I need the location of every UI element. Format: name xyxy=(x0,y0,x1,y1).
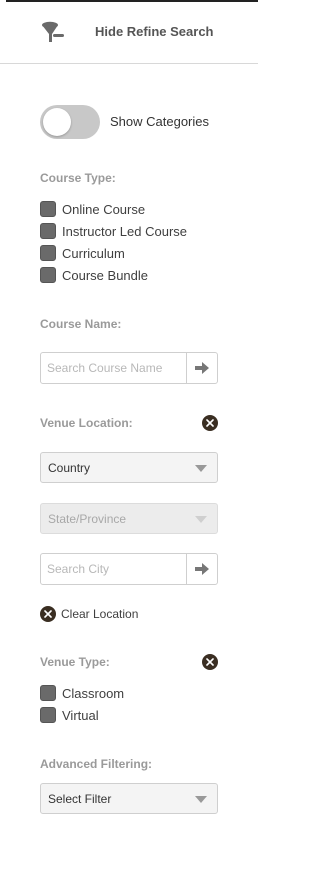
close-icon xyxy=(40,606,56,622)
advanced-filtering-title: Advanced Filtering: xyxy=(40,757,153,771)
checkbox[interactable] xyxy=(40,707,56,723)
checkbox[interactable] xyxy=(40,245,56,261)
checkbox[interactable] xyxy=(40,267,56,283)
checkbox-label: Instructor Led Course xyxy=(62,223,188,239)
arrow-right-icon xyxy=(195,362,209,374)
country-select-value: Country xyxy=(48,461,91,475)
checkbox[interactable] xyxy=(40,201,56,217)
chevron-down-icon xyxy=(195,796,207,803)
checkbox-label: Online Course xyxy=(62,201,146,217)
hide-refine-search-link[interactable]: Hide Refine Search xyxy=(95,24,214,39)
venue-type-title: Venue Type: xyxy=(40,655,110,669)
course-type-title: Course Type: xyxy=(40,171,116,185)
checkbox-virtual[interactable]: Virtual xyxy=(40,706,99,724)
checkbox[interactable] xyxy=(40,223,56,239)
advanced-filter-select[interactable]: Select Filter xyxy=(40,783,218,814)
checkbox-label: Virtual xyxy=(62,707,99,723)
refine-search-header: Hide Refine Search xyxy=(0,2,258,64)
checkbox-label: Curriculum xyxy=(62,245,125,261)
course-name-search-button[interactable] xyxy=(186,353,217,383)
show-categories-toggle[interactable] xyxy=(40,105,100,139)
checkbox-course-bundle[interactable]: Course Bundle xyxy=(40,266,148,284)
city-search xyxy=(40,553,218,585)
chevron-down-icon xyxy=(195,465,207,472)
clear-location-label: Clear Location xyxy=(61,607,139,621)
course-name-search xyxy=(40,352,218,384)
checkbox-instructor-led-course[interactable]: Instructor Led Course xyxy=(40,222,187,240)
checkbox-label: Course Bundle xyxy=(62,267,148,283)
country-select[interactable]: Country xyxy=(40,452,218,483)
funnel-icon[interactable] xyxy=(40,20,66,46)
clear-venue-type-icon[interactable] xyxy=(202,654,218,670)
checkbox-online-course[interactable]: Online Course xyxy=(40,200,145,218)
city-search-button[interactable] xyxy=(186,554,217,584)
checkbox-classroom[interactable]: Classroom xyxy=(40,684,124,702)
venue-location-title: Venue Location: xyxy=(40,416,133,430)
show-categories-label: Show Categories xyxy=(110,114,209,129)
advanced-filter-value: Select Filter xyxy=(48,792,112,806)
arrow-right-icon xyxy=(195,563,209,575)
checkbox[interactable] xyxy=(40,685,56,701)
course-name-title: Course Name: xyxy=(40,317,122,331)
checkbox-curriculum[interactable]: Curriculum xyxy=(40,244,125,262)
clear-venue-location-icon[interactable] xyxy=(202,415,218,431)
state-select-value: State/Province xyxy=(48,512,127,526)
city-input[interactable] xyxy=(41,554,187,584)
checkbox-label: Classroom xyxy=(62,685,125,701)
clear-location-link[interactable]: Clear Location xyxy=(40,605,138,623)
state-province-select: State/Province xyxy=(40,503,218,534)
course-name-input[interactable] xyxy=(41,353,187,383)
chevron-down-icon xyxy=(195,516,207,523)
